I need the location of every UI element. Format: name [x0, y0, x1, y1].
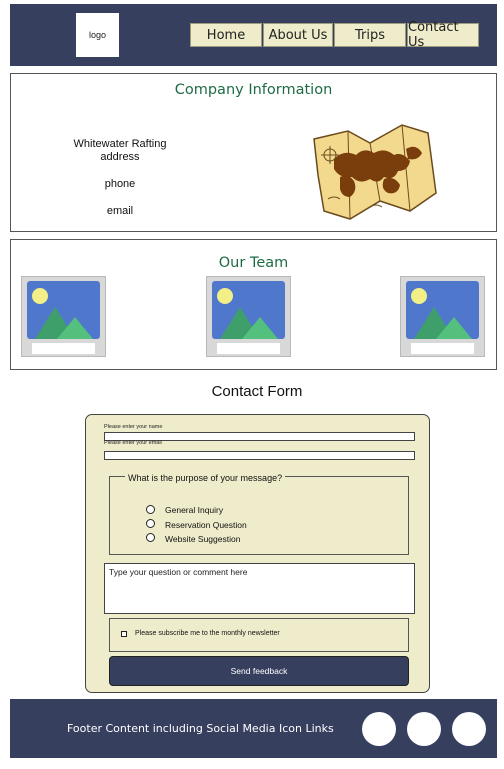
social-icon[interactable]: [407, 712, 441, 746]
contact-form-title: Contact Form: [211, 383, 303, 400]
company-info-title: Company Information: [174, 82, 333, 98]
footer-text: Footer Content including Social Media Ic…: [67, 722, 334, 735]
photo-caption-bar: [217, 343, 280, 354]
team-member-photo: [21, 276, 106, 357]
logo[interactable]: logo: [76, 13, 119, 57]
purpose-legend: What is the purpose of your message?: [125, 473, 286, 483]
photo-caption-bar: [32, 343, 95, 354]
photo-caption-bar: [411, 343, 474, 354]
radio-label-reservation-question: Reservation Question: [165, 520, 247, 530]
social-icon[interactable]: [452, 712, 486, 746]
social-icon[interactable]: [362, 712, 396, 746]
radio-general-inquiry[interactable]: [146, 505, 155, 514]
nav-home-button[interactable]: Home: [190, 23, 262, 47]
send-feedback-button[interactable]: Send feedback: [109, 656, 409, 686]
company-name: Whitewater Rafting: [73, 138, 167, 150]
radio-label-website-suggestion: Website Suggestion: [165, 534, 241, 544]
logo-text: logo: [88, 30, 106, 40]
radio-label-general-inquiry: General Inquiry: [165, 505, 224, 515]
newsletter-checkbox[interactable]: [121, 631, 127, 637]
image-placeholder-icon: [406, 281, 479, 339]
comment-textarea[interactable]: Type your question or comment here: [104, 563, 415, 614]
nav-trips-button[interactable]: Trips: [334, 23, 406, 47]
team-member-photo: [206, 276, 291, 357]
team-member-photo: [400, 276, 485, 357]
image-placeholder-icon: [212, 281, 285, 339]
email-input[interactable]: [104, 451, 415, 460]
purpose-fieldset: [109, 476, 409, 555]
image-placeholder-icon: [27, 281, 100, 339]
company-phone: phone: [104, 178, 136, 190]
newsletter-label: Please subscribe me to the monthly newsl…: [135, 630, 280, 637]
email-label: Please enter your email: [104, 440, 162, 446]
nav-contact-button[interactable]: Contact Us: [407, 20, 479, 50]
name-label: Please enter your name: [104, 424, 163, 430]
nav-about-button[interactable]: About Us: [263, 23, 333, 47]
company-email: email: [106, 205, 134, 217]
treasure-map-icon: [313, 124, 437, 220]
our-team-title: Our Team: [218, 255, 289, 271]
radio-reservation-question[interactable]: [146, 519, 155, 528]
company-address: address: [100, 151, 140, 163]
radio-website-suggestion[interactable]: [146, 533, 155, 542]
